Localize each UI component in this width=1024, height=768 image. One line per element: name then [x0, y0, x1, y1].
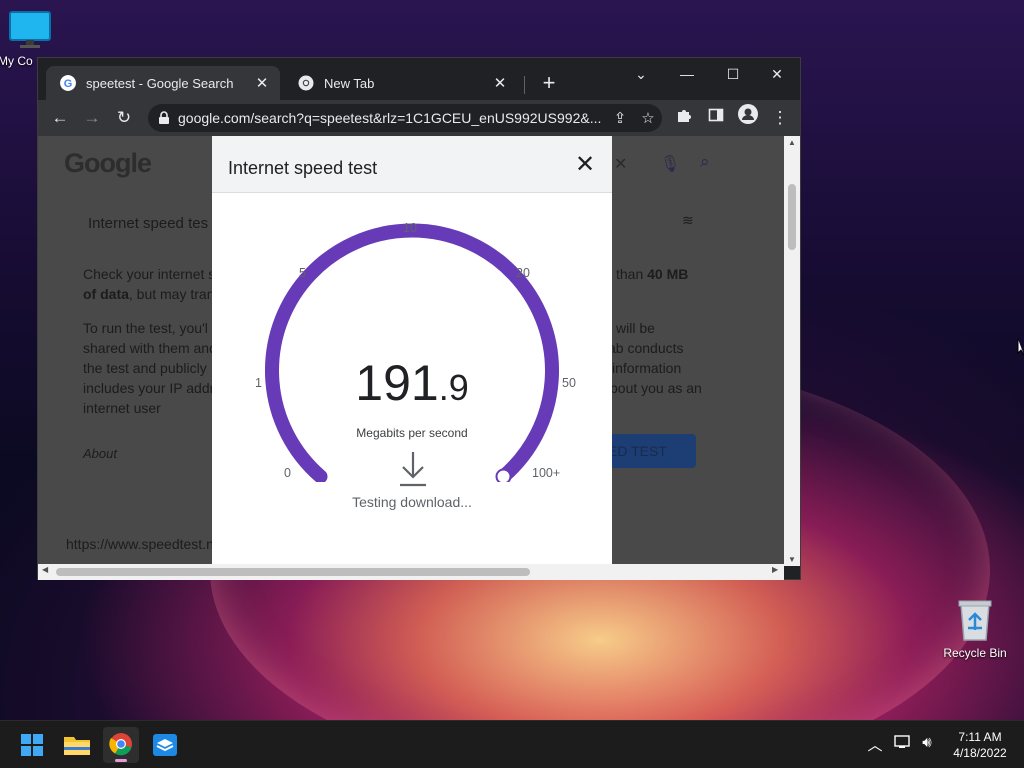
chrome-window: G speetest - Google Search ✕ New Tab ✕ +… [37, 57, 801, 580]
description-bold: of data [83, 286, 129, 302]
privacy-text: internet user [83, 400, 161, 416]
address-bar[interactable]: google.com/search?q=speetest&rlz=1C1GCEU… [148, 104, 662, 132]
horizontal-scrollbar[interactable]: ◀ ▶ [38, 564, 784, 580]
tab-title: speetest - Google Search [86, 75, 234, 91]
speed-test-heading: Internet speed tes [88, 215, 209, 232]
gauge-tick-label: 20 [516, 266, 530, 280]
desktop-icon-label: Recycle Bin [943, 646, 1007, 660]
taskbar-file-explorer[interactable] [59, 727, 95, 763]
taskbar: ︿ 🔊︎ 7:11 AM 4/18/2022 [0, 720, 1024, 768]
tab-strip: G speetest - Google Search ✕ New Tab ✕ +… [38, 58, 800, 100]
search-icon[interactable]: ⌕ [700, 152, 710, 172]
privacy-text: information [612, 360, 682, 376]
profile-avatar-icon[interactable] [734, 104, 762, 132]
lock-icon [159, 111, 169, 124]
new-tab-button[interactable]: + [536, 70, 562, 96]
description-fragment: , but may tran [128, 286, 215, 302]
windows-start-icon [21, 734, 43, 756]
gauge-tick-label: 5 [299, 266, 306, 280]
about-link[interactable]: About [83, 444, 117, 464]
tab-search-dropdown-icon[interactable]: ⌄ [618, 60, 664, 88]
taskbar-chrome[interactable] [103, 727, 139, 763]
scroll-down-icon[interactable]: ▼ [784, 555, 800, 564]
address-url[interactable]: google.com/search?q=speetest&rlz=1C1GCEU… [178, 110, 606, 126]
taskbar-store[interactable] [147, 727, 183, 763]
gauge-needle-knob [495, 468, 512, 482]
taskbar-clock[interactable]: 7:11 AM 4/18/2022 [940, 729, 1020, 761]
share-icon[interactable]: ⇪ [606, 109, 634, 127]
gauge-tick-label: 100+ [532, 466, 561, 480]
description-fragment: than [616, 266, 644, 282]
clock-date: 4/18/2022 [953, 746, 1007, 760]
scroll-left-icon[interactable]: ◀ [42, 565, 48, 574]
page-content: Google ✕ 🎙 ⌕ Internet speed tes ≋ Check … [38, 136, 784, 566]
vertical-scrollbar[interactable]: ▲ ▼ [784, 136, 800, 566]
google-logo: Google [64, 148, 152, 178]
tab-close-icon[interactable]: ✕ [250, 74, 274, 92]
vertical-scroll-thumb[interactable] [788, 184, 796, 250]
privacy-text: bout you as an [610, 380, 702, 396]
tab-title: New Tab [324, 75, 375, 91]
speed-value-fraction: .9 [438, 367, 469, 408]
horizontal-scroll-thumb[interactable] [56, 568, 530, 576]
folder-icon [64, 737, 90, 755]
description-text: of data, but may tran [83, 284, 214, 304]
tab-new-tab[interactable]: New Tab ✕ [284, 66, 518, 100]
privacy-text: will be [616, 320, 655, 336]
voice-search-icon[interactable]: 🎙 [660, 154, 680, 174]
scroll-up-icon[interactable]: ▲ [784, 138, 800, 147]
active-app-indicator [115, 759, 127, 762]
mouse-cursor-icon [1017, 339, 1024, 356]
description-text: than 40 MB [616, 264, 688, 284]
privacy-text: shared with them and [83, 340, 217, 356]
minimize-button[interactable]: — [664, 60, 710, 88]
clear-search-icon[interactable]: ✕ [614, 154, 627, 174]
chrome-favicon-icon [298, 75, 314, 91]
monitor-icon [9, 11, 51, 48]
privacy-text: the test and publicly [83, 360, 207, 376]
tab-separator [524, 76, 525, 94]
download-arrow-icon [400, 452, 426, 487]
speed-value-whole: 191 [355, 355, 439, 411]
test-status-text: Testing download... [352, 494, 472, 510]
bookmark-star-icon[interactable]: ☆ [634, 109, 662, 127]
recycle-bin-icon [958, 600, 992, 641]
app-store-icon [153, 734, 177, 756]
svg-text:G: G [64, 78, 73, 90]
privacy-text: To run the test, you'l [83, 320, 208, 336]
privacy-text: includes your IP addr [83, 380, 215, 396]
scroll-right-icon[interactable]: ▶ [772, 565, 778, 574]
desktop-icon-recycle-bin[interactable]: Recycle Bin [942, 598, 1008, 660]
clock-time: 7:11 AM [958, 730, 1002, 744]
privacy-text: ab conducts [608, 340, 684, 356]
gauge-tick-label: 10 [403, 221, 417, 235]
extensions-puzzle-icon[interactable] [670, 104, 698, 132]
chrome-icon [109, 733, 132, 756]
tab-close-icon[interactable]: ✕ [488, 74, 512, 92]
browser-toolbar: ← → ↻ google.com/search?q=speetest&rlz=1… [38, 100, 800, 136]
maximize-button[interactable]: ☐ [710, 60, 756, 88]
dialog-close-icon[interactable]: ✕ [570, 150, 600, 180]
tab-google-search[interactable]: G speetest - Google Search ✕ [46, 66, 280, 100]
description-bold: 40 MB [647, 266, 689, 282]
google-favicon-icon: G [60, 75, 76, 91]
speed-unit-label: Megabits per second [356, 426, 468, 440]
volume-icon[interactable]: 🔊︎ [916, 734, 938, 751]
gauge-tick-label: 0 [284, 466, 291, 480]
dialog-title: Internet speed test [228, 158, 378, 178]
description-text: Check your internet s [83, 266, 216, 282]
network-icon[interactable] [892, 734, 914, 754]
more-menu-icon[interactable]: ⋮ [766, 104, 794, 132]
speedtest-link[interactable]: https://www.speedtest.n [66, 534, 214, 554]
forward-button[interactable]: → [78, 104, 106, 132]
show-hidden-icons-chevron-icon[interactable]: ︿ [864, 734, 886, 755]
speed-readout: 191.9 [212, 354, 612, 412]
wifi-icon: ≋ [682, 212, 694, 228]
speed-test-dialog: Internet speed test ✕ 0 1 5 10 20 50 100… [212, 136, 612, 566]
reload-button[interactable]: ↻ [110, 104, 138, 132]
close-window-button[interactable]: ✕ [754, 60, 800, 88]
side-panel-icon[interactable] [702, 104, 730, 132]
back-button[interactable]: ← [46, 104, 74, 132]
start-button[interactable] [14, 727, 50, 763]
